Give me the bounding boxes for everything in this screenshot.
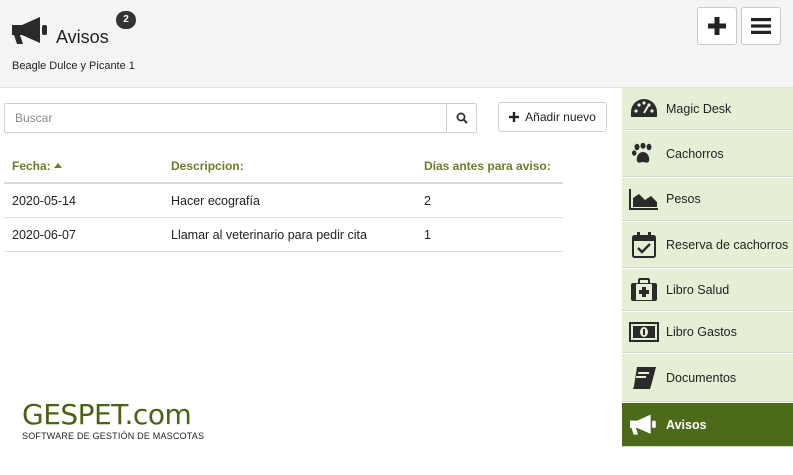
reminders-table: Fecha: Descripcion: Días antes para avis… xyxy=(4,150,563,252)
header-add-button[interactable] xyxy=(697,7,737,45)
column-header-descripcion[interactable]: Descripcion: xyxy=(171,159,244,173)
dashboard-icon xyxy=(631,98,657,117)
gespet-logo: GESPET.com SOFTWARE DE GESTIÓN DE MASCOT… xyxy=(22,398,205,442)
sidebar-item-label: Reserva de cachorros xyxy=(666,237,789,252)
add-new-label: Añadir nuevo xyxy=(525,110,596,124)
search-button[interactable] xyxy=(446,104,477,132)
page-header: Avisos 2 Beagle Dulce y Picante 1 xyxy=(0,0,793,88)
sidebar-item-label: Libro Salud xyxy=(666,282,730,297)
cell-descripcion: Hacer ecografía xyxy=(171,194,260,208)
sidebar-item-documentos[interactable]: Documentos xyxy=(622,354,793,402)
column-header-dias[interactable]: Días antes para aviso: xyxy=(424,159,551,173)
page-title: Avisos xyxy=(56,27,109,47)
megaphone-icon xyxy=(630,414,656,435)
table-header: Fecha: Descripcion: Días antes para avis… xyxy=(4,150,563,184)
money-icon xyxy=(629,322,659,342)
sidebar-item-avisos[interactable]: Avisos xyxy=(622,403,793,447)
cell-fecha: 2020-05-14 xyxy=(12,194,76,208)
sidebar-item-libro-gastos[interactable]: Libro Gastos xyxy=(622,312,793,353)
medkit-icon xyxy=(631,277,657,301)
notification-count-badge: 2 xyxy=(116,11,136,29)
hamburger-icon xyxy=(751,18,771,34)
plus-icon xyxy=(708,17,726,35)
sidebar-item-libro-salud[interactable]: Libro Salud xyxy=(622,269,793,311)
cell-dias: 2 xyxy=(424,194,431,208)
calendar-check-icon xyxy=(632,231,656,258)
sidebar-item-magic-desk[interactable]: Magic Desk xyxy=(622,88,793,130)
sidebar-item-cachorros[interactable]: Cachorros xyxy=(622,131,793,177)
sidebar-item-label: Avisos xyxy=(666,417,707,432)
page-subtitle: Beagle Dulce y Picante 1 xyxy=(12,60,135,72)
sidebar-item-label: Cachorros xyxy=(666,146,724,161)
sidebar-item-reserva-de-cachorros[interactable]: Reserva de cachorros xyxy=(622,222,793,268)
search-input[interactable] xyxy=(5,104,445,132)
sidebar-item-label: Magic Desk xyxy=(666,101,732,116)
add-new-button[interactable]: Añadir nuevo xyxy=(498,102,607,132)
logo-tagline: SOFTWARE DE GESTIÓN DE MASCOTAS xyxy=(22,431,205,441)
book-icon xyxy=(633,366,656,389)
sidebar-item-pesos[interactable]: Pesos xyxy=(622,178,793,221)
search-box xyxy=(4,103,477,133)
search-icon xyxy=(456,112,468,124)
header-menu-button[interactable] xyxy=(741,7,781,45)
table-row[interactable]: 2020-06-07 Llamar al veterinario para pe… xyxy=(4,218,563,252)
sidebar-nav: Magic Desk Cachorros Pesos Reserva de ca… xyxy=(622,88,793,475)
megaphone-icon xyxy=(12,17,47,44)
sort-ascending-icon xyxy=(53,163,62,168)
table-row[interactable]: 2020-05-14 Hacer ecografía 2 xyxy=(4,184,563,218)
cell-descripcion: Llamar al veterinario para pedir cita xyxy=(171,228,367,242)
sidebar-item-label: Libro Gastos xyxy=(666,325,737,339)
cell-fecha: 2020-06-07 xyxy=(12,228,76,242)
cell-dias: 1 xyxy=(424,228,431,242)
paw-icon xyxy=(632,142,652,163)
plus-icon xyxy=(509,112,520,122)
sidebar-item-label: Documentos xyxy=(666,370,737,385)
area-chart-icon xyxy=(629,189,658,210)
column-header-fecha[interactable]: Fecha: xyxy=(12,159,62,173)
logo-brand: GESPET.com xyxy=(22,398,192,431)
sidebar-item-label: Pesos xyxy=(666,192,701,206)
